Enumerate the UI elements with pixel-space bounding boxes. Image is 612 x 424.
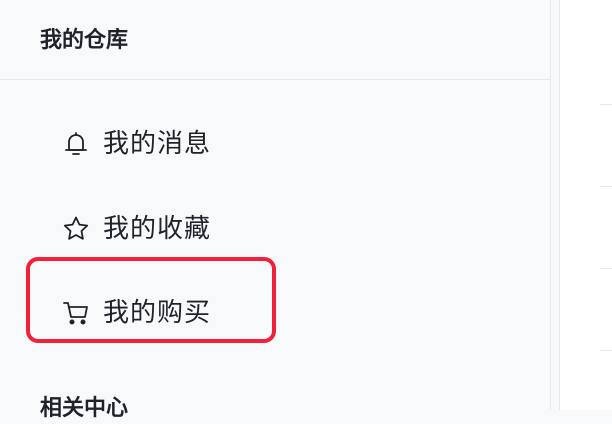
star-icon — [63, 216, 89, 240]
sidebar-item-label: 我的消息 — [103, 129, 212, 159]
row-divider — [600, 186, 612, 187]
row-divider — [600, 104, 612, 105]
row-divider — [600, 350, 612, 351]
sidebar-item-label: 我的收藏 — [103, 214, 212, 244]
bell-icon — [65, 132, 87, 155]
section-header: 我的仓库 — [0, 0, 550, 80]
row-divider — [600, 268, 612, 269]
sidebar-item-messages[interactable]: 我的消息 — [0, 112, 550, 176]
section-title-2: 相关中心 — [40, 396, 129, 421]
main-panel — [559, 0, 612, 410]
sidebar: 我的仓库 我的消息 我的收藏 我的购买 相关中心 — [0, 0, 551, 421]
sidebar-item-favorites[interactable]: 我的收藏 — [0, 197, 550, 261]
section-title: 我的仓库 — [40, 28, 129, 53]
highlight-box — [26, 257, 276, 343]
